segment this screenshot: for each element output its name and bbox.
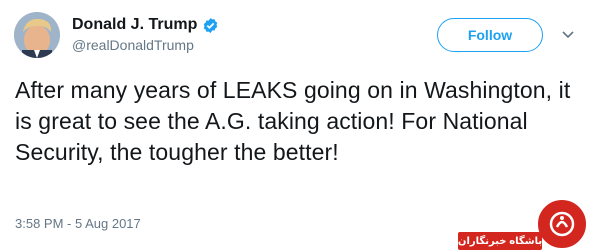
tweet-timestamp[interactable]: 3:58 PM - 5 Aug 2017 [15, 216, 141, 231]
chevron-down-icon[interactable] [560, 28, 576, 40]
avatar-image [14, 12, 60, 58]
watermark-label: باشگاه خبرنگاران [458, 232, 542, 250]
verified-badge-icon [202, 17, 219, 34]
follow-button[interactable]: Follow [437, 18, 543, 52]
avatar[interactable] [14, 12, 60, 58]
display-name[interactable]: Donald J. Trump [72, 16, 197, 34]
user-handle[interactable]: @realDonaldTrump [72, 37, 194, 53]
tweet-text: After many years of LEAKS going on in Wa… [15, 77, 571, 165]
watermark-emblem-icon [536, 198, 588, 250]
